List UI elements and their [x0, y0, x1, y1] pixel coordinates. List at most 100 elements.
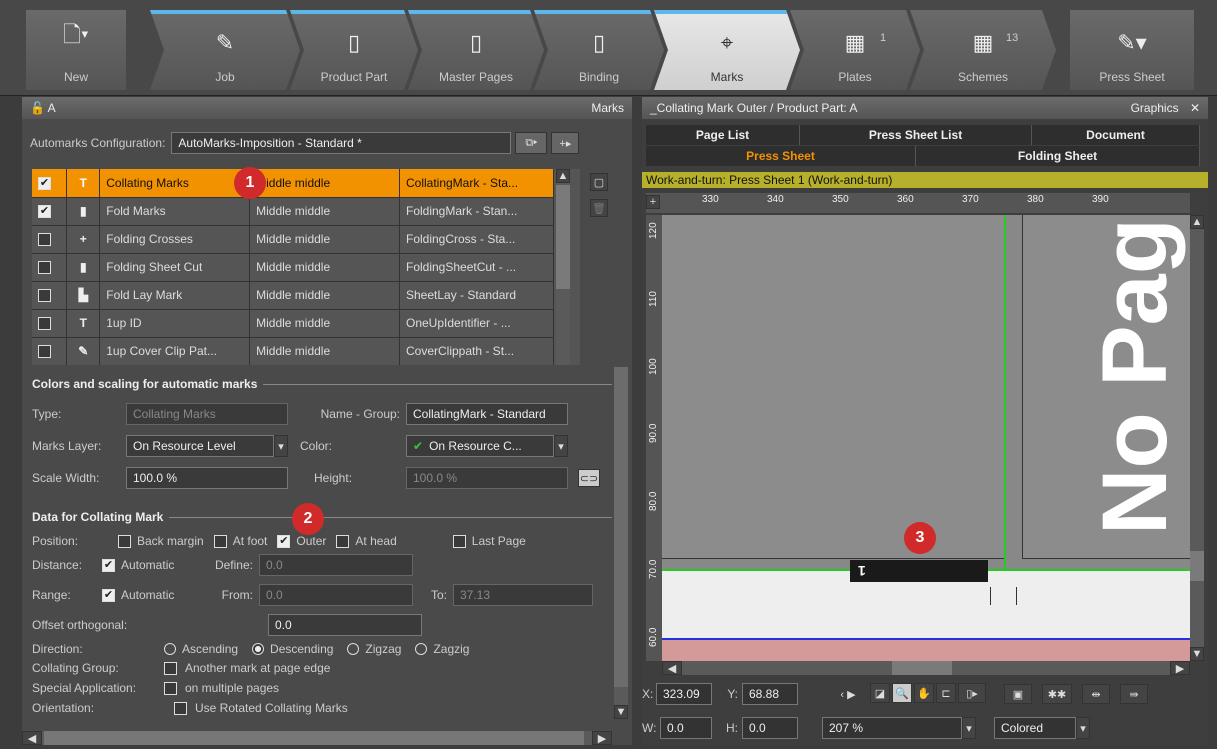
automarks-config-field[interactable]: AutoMarks-Imposition - Standard * — [171, 132, 512, 154]
table-row[interactable]: T 1up ID Middle middle OneUpIdentifier - ..… — [32, 309, 555, 338]
link-icon[interactable]: ⊂⊃ — [578, 469, 600, 487]
view-mode-dropdown-icon[interactable]: ▾ — [1076, 717, 1090, 739]
sheet-canvas[interactable]: No Pag 1 — [662, 215, 1190, 661]
y-field[interactable]: 68.88 — [742, 683, 798, 705]
color-dropdown-icon[interactable]: ▾ — [554, 435, 568, 457]
position-checkbox[interactable] — [213, 534, 227, 548]
table-row[interactable]: ▙ Fold Lay Mark Middle middle SheetLay - St… — [32, 281, 555, 310]
direction-radio[interactable] — [415, 643, 428, 655]
scale-width-field[interactable]: 100.0 % — [126, 467, 288, 489]
step-schemes[interactable]: ▦ 13 Schemes — [910, 10, 1056, 90]
tab-press-sheet-list[interactable]: Press Sheet List — [800, 125, 1032, 145]
direction-radio[interactable] — [347, 643, 360, 655]
step-binding[interactable]: ▯ Binding — [534, 10, 664, 90]
canvas-scroll-left[interactable]: ◀ — [662, 661, 682, 675]
product-part-label: A — [47, 101, 56, 115]
step-product-part-label: Product Part — [320, 70, 388, 84]
tab-press-sheet[interactable]: Press Sheet — [646, 146, 916, 166]
add-mark-button[interactable]: +▸ — [551, 132, 580, 154]
left-panel-hscrollbar[interactable]: ◀ ▶ — [22, 731, 612, 745]
x-field[interactable]: 323.09 — [656, 683, 712, 705]
ruler-tick-label: 350 — [832, 194, 849, 205]
row-enabled-checkbox[interactable] — [38, 289, 51, 303]
scroll-thumb[interactable] — [556, 185, 570, 289]
rotated-marks-checkbox[interactable] — [174, 701, 187, 715]
direction-radio[interactable] — [164, 643, 176, 655]
canvas-scroll-right[interactable]: ▶ — [1170, 661, 1190, 675]
multiple-pages-checkbox[interactable] — [164, 681, 177, 695]
table-row[interactable]: ✎ 1up Cover Clip Pat... Middle middle Cover… — [32, 337, 555, 365]
step-plates[interactable]: ▦ 1 Plates — [790, 10, 920, 90]
h-field[interactable]: 0.0 — [742, 717, 798, 739]
left-panel-scrollbar[interactable]: ▼ — [614, 367, 628, 719]
row-enabled-checkbox[interactable] — [38, 233, 51, 247]
press-sheet-button[interactable]: ✎▾ Press Sheet — [1070, 10, 1194, 90]
position-checkbox[interactable] — [452, 534, 466, 548]
select-tool-icon[interactable]: ‹ ▶ — [828, 683, 868, 705]
canvas-scroll-down[interactable]: ▼ — [1190, 647, 1204, 661]
close-icon[interactable]: ✕ — [1190, 101, 1200, 115]
canvas-scroll-up[interactable]: ▲ — [1190, 215, 1204, 229]
hscroll-thumb[interactable] — [44, 731, 584, 745]
row-enabled-checkbox[interactable] — [38, 261, 51, 275]
unlock-icon[interactable]: 🔓 — [30, 101, 45, 115]
color-select[interactable]: On Resource C... — [429, 439, 522, 453]
another-mark-checkbox[interactable] — [164, 661, 177, 675]
table-row[interactable]: ▮ Folding Sheet Cut Middle middle FoldingSh… — [32, 253, 555, 282]
collating-group-label: Collating Group: — [32, 661, 119, 675]
offset-field[interactable]: 0.0 — [268, 614, 422, 636]
canvas-vscrollbar[interactable]: ▲ ▼ — [1190, 215, 1204, 661]
marks-table-scrollbar[interactable]: ▲ — [556, 169, 570, 365]
w-field[interactable]: 0.0 — [660, 717, 712, 739]
hscroll-left[interactable]: ◀ — [22, 731, 42, 745]
tab-folding-sheet[interactable]: Folding Sheet — [916, 146, 1200, 166]
row-enabled-checkbox[interactable] — [38, 345, 51, 359]
step-marks[interactable]: ⌖ Marks — [654, 10, 800, 90]
frame-tool-icon[interactable]: ◪ — [870, 683, 890, 703]
distance-automatic-checkbox[interactable]: ✔ — [102, 558, 115, 572]
settings-gear-icon[interactable]: ✱✱ — [1042, 684, 1072, 704]
crop-tool-icon[interactable]: ⊏ — [936, 683, 956, 703]
canvas-vscroll-thumb[interactable] — [1190, 551, 1204, 581]
table-row[interactable]: ✔ ▮ Fold Marks Middle middle FoldingMark - S… — [32, 197, 555, 226]
export-icon[interactable]: ⇛ — [1120, 684, 1148, 704]
config-menu-button[interactable]: ⧉▸ — [515, 132, 548, 154]
row-enabled-checkbox[interactable] — [38, 317, 51, 331]
step-master-pages[interactable]: ▯ Master Pages — [408, 10, 544, 90]
left-panel-scroll-thumb[interactable] — [614, 367, 628, 687]
range-automatic-checkbox[interactable]: ✔ — [102, 588, 115, 602]
row-enabled-checkbox[interactable]: ✔ — [38, 205, 51, 219]
marks-layer-dropdown-icon[interactable]: ▾ — [274, 435, 288, 457]
tab-document[interactable]: Document — [1032, 125, 1200, 145]
rotated-marks-label: Use Rotated Collating Marks — [195, 701, 348, 715]
fit-width-icon[interactable]: ⇹ — [1082, 684, 1110, 704]
marks-layer-select[interactable]: On Resource Level — [126, 435, 274, 457]
position-checkbox[interactable] — [336, 534, 350, 548]
page-tool-icon[interactable]: ▯▸ — [958, 683, 986, 703]
collating-mark[interactable]: 1 — [850, 560, 988, 582]
copy-mark-button[interactable]: ▢ — [590, 173, 608, 191]
new-button[interactable]: 🗋▾ New — [26, 10, 126, 90]
view-layout-icon[interactable]: ▣ — [1004, 684, 1032, 704]
position-checkbox[interactable] — [118, 534, 131, 548]
zoom-tool-icon[interactable]: 🔍 — [892, 683, 912, 703]
zoom-dropdown-icon[interactable]: ▾ — [962, 717, 976, 739]
zoom-select[interactable]: 207 % — [822, 717, 962, 739]
tab-page-list[interactable]: Page List — [646, 125, 800, 145]
position-checkbox[interactable]: ✔ — [277, 534, 291, 548]
view-mode-select[interactable]: Colored — [994, 717, 1076, 739]
hand-tool-icon[interactable]: ✋ — [914, 683, 934, 703]
scroll-up-button[interactable]: ▲ — [556, 169, 570, 183]
row-enabled-checkbox[interactable]: ✔ — [38, 176, 51, 190]
canvas-hscroll-thumb[interactable] — [892, 661, 952, 675]
table-row[interactable]: + Folding Crosses Middle middle FoldingCros… — [32, 225, 555, 254]
step-product-part[interactable]: ▯ Product Part — [290, 10, 418, 90]
delete-mark-button[interactable]: 🗑 — [590, 199, 608, 217]
step-job[interactable]: ✎ Job — [150, 10, 300, 90]
left-panel-scroll-down[interactable]: ▼ — [614, 705, 628, 719]
table-row[interactable]: ✔ T Collating Marks Middle middle CollatingM… — [32, 169, 555, 198]
hscroll-right[interactable]: ▶ — [592, 731, 612, 745]
ruler-origin-icon[interactable]: + — [646, 195, 660, 209]
canvas-hscrollbar[interactable]: ◀ ▶ — [662, 661, 1190, 675]
direction-radio[interactable] — [252, 643, 265, 655]
